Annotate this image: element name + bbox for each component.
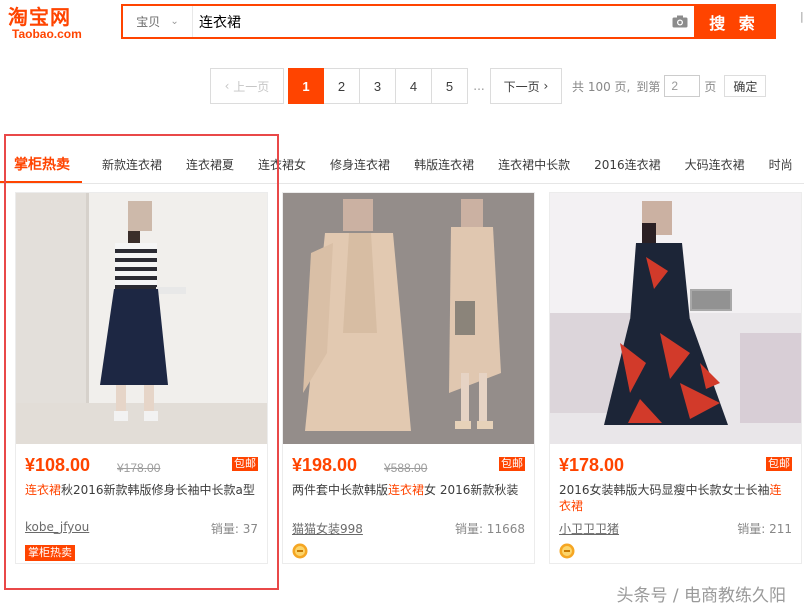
original-price: ¥178.00 [117, 461, 161, 475]
product-card[interactable]: ¥178.00 包邮 2016女装韩版大码显瘦中长款女士长袖连衣裙 小卫卫卫猪 … [549, 192, 802, 564]
search-button[interactable]: 搜 索 [694, 6, 774, 37]
chevron-left-icon: ‹ [224, 79, 234, 93]
page-jump: 共 100 页, 到第 页 确定 [572, 75, 767, 97]
price-row: ¥108.00 ¥178.00 包邮 [25, 455, 258, 477]
title-text: 秋2016新款韩版修身长袖中长款a型 [61, 483, 255, 497]
sales-count: 销量: 211 [737, 522, 792, 536]
page-2[interactable]: 2 [324, 68, 360, 104]
page-3[interactable]: 3 [360, 68, 396, 104]
goto-page-input[interactable] [664, 75, 701, 97]
logo-chinese: 淘宝网 [8, 5, 71, 29]
tab-new-dresses[interactable]: 新款连衣裙 [90, 146, 174, 183]
shop-link[interactable]: 猫猫女装998 [292, 520, 363, 537]
page-4[interactable]: 4 [396, 68, 432, 104]
page-1[interactable]: 1 [288, 68, 324, 104]
taobao-logo[interactable]: 淘宝网 Taobao.com [8, 6, 108, 42]
free-shipping-badge: 包邮 [499, 457, 525, 471]
product-title[interactable]: 两件套中长款韩版连衣裙女 2016新款秋装 [292, 482, 525, 516]
tab-plus-size-dresses[interactable]: 大码连衣裙 [673, 146, 757, 183]
search-bar: 宝贝 ⌄ 搜 索 [121, 4, 776, 39]
pagination: ‹ 上一页 1 2 3 4 5 ... 下一页 › 共 100 页, 到第 页 … [210, 68, 767, 104]
tab-summer-dresses[interactable]: 连衣裙夏 [174, 146, 246, 183]
prev-page-label: 上一页 [233, 79, 270, 94]
product-card[interactable]: ¥198.00 ¥588.00 包邮 两件套中长款韩版连衣裙女 2016新款秋装… [282, 192, 535, 564]
product-card[interactable]: ¥108.00 ¥178.00 包邮 连衣裙秋2016新款韩版修身长袖中长款a型… [15, 192, 268, 564]
tab-midi-dresses[interactable]: 连衣裙中长款 [486, 146, 582, 183]
next-page-label: 下一页 [503, 79, 540, 94]
original-price: ¥588.00 [384, 461, 428, 475]
gold-seller-icon [292, 543, 308, 559]
product-image[interactable] [16, 193, 267, 444]
product-image[interactable] [283, 193, 534, 444]
title-text: 女 2016新款秋装 [424, 483, 519, 497]
product-title[interactable]: 连衣裙秋2016新款韩版修身长袖中长款a型 [25, 482, 258, 516]
shop-link[interactable]: 小卫卫卫猪 [559, 520, 619, 537]
search-type-label: 宝贝 [136, 15, 161, 29]
next-page-button[interactable]: 下一页 › [490, 68, 562, 104]
tab-fashion[interactable]: 时尚 [757, 146, 804, 183]
tab-slim-dresses[interactable]: 修身连衣裙 [318, 146, 402, 183]
free-shipping-badge: 包邮 [766, 457, 792, 471]
product-price: ¥198.00 [292, 455, 358, 475]
watermark-text: 头条号 / 电商教练久阳 [616, 586, 786, 606]
prev-page-button[interactable]: ‹ 上一页 [210, 68, 284, 104]
product-price: ¥108.00 [25, 455, 91, 475]
product-title[interactable]: 2016女装韩版大码显瘦中长款女士长袖连衣裙 [559, 482, 792, 516]
search-input[interactable] [193, 6, 666, 37]
price-row: ¥198.00 ¥588.00 包邮 [292, 455, 525, 477]
total-pages-label: 共 100 页, [572, 79, 631, 94]
tab-zhanggui-hot[interactable]: 掌柜热卖 [0, 146, 82, 183]
sales-count: 销量: 37 [210, 522, 258, 536]
category-tabs: 掌柜热卖 新款连衣裙 连衣裙夏 连衣裙女 修身连衣裙 韩版连衣裙 连衣裙中长款 … [0, 146, 804, 184]
confirm-button[interactable]: 确定 [724, 75, 767, 97]
page-5[interactable]: 5 [432, 68, 468, 104]
search-type-select[interactable]: 宝贝 ⌄ [123, 6, 193, 37]
tab-korean-dresses[interactable]: 韩版连衣裙 [402, 146, 486, 183]
title-keyword: 连衣裙 [388, 483, 425, 497]
product-image[interactable] [550, 193, 801, 444]
camera-icon[interactable] [666, 6, 694, 37]
tab-women-dresses[interactable]: 连衣裙女 [246, 146, 318, 183]
free-shipping-badge: 包邮 [232, 457, 258, 471]
price-row: ¥178.00 包邮 [559, 455, 792, 477]
gold-seller-icon [559, 543, 575, 559]
chevron-right-icon: › [539, 79, 549, 93]
title-text: 两件套中长款韩版 [292, 483, 389, 497]
goto-label: 到第 [636, 79, 661, 94]
sales-count: 销量: 11668 [454, 522, 525, 536]
page-unit-label: 页 [704, 79, 717, 94]
title-text: 2016女装韩版大码显瘦中长款女士长袖 [559, 483, 770, 497]
hot-seller-tag: 掌柜热卖 [25, 545, 75, 561]
tab-2016-dresses[interactable]: 2016连衣裙 [582, 146, 673, 183]
logo-english: Taobao.com [12, 27, 82, 41]
chevron-down-icon: ⌄ [170, 16, 179, 27]
header-edge-divider: | [800, 10, 804, 23]
title-keyword: 连衣裙 [25, 483, 62, 497]
product-price: ¥178.00 [559, 455, 625, 475]
shop-link[interactable]: kobe_jfyou [25, 520, 89, 534]
page-ellipsis: ... [473, 79, 485, 93]
